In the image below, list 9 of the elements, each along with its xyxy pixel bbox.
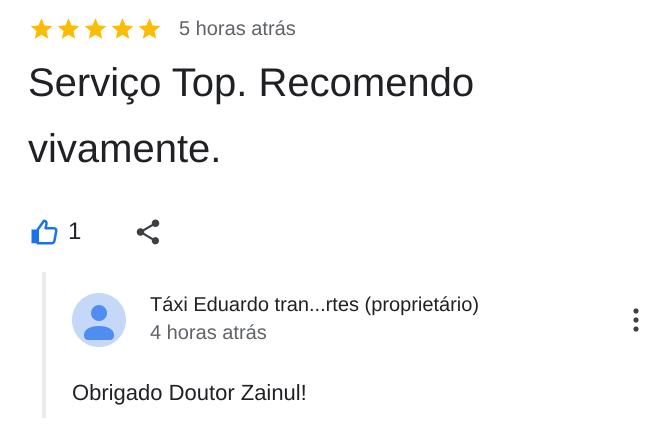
reply-text: Obrigado Doutor Zainul! — [72, 380, 308, 406]
review-text: Serviço Top. Recomendo vivamente. — [28, 60, 476, 173]
like-count: 1 — [68, 217, 82, 247]
owner-name: Táxi Eduardo tran...rtes (proprietário) — [150, 293, 480, 318]
avatar-icon — [72, 293, 126, 347]
more-options-icon — [633, 308, 639, 332]
like-button[interactable]: 1 — [28, 214, 82, 250]
reply-time: 4 horas atrás — [150, 321, 268, 346]
review-time: 5 horas atrás — [179, 17, 296, 42]
